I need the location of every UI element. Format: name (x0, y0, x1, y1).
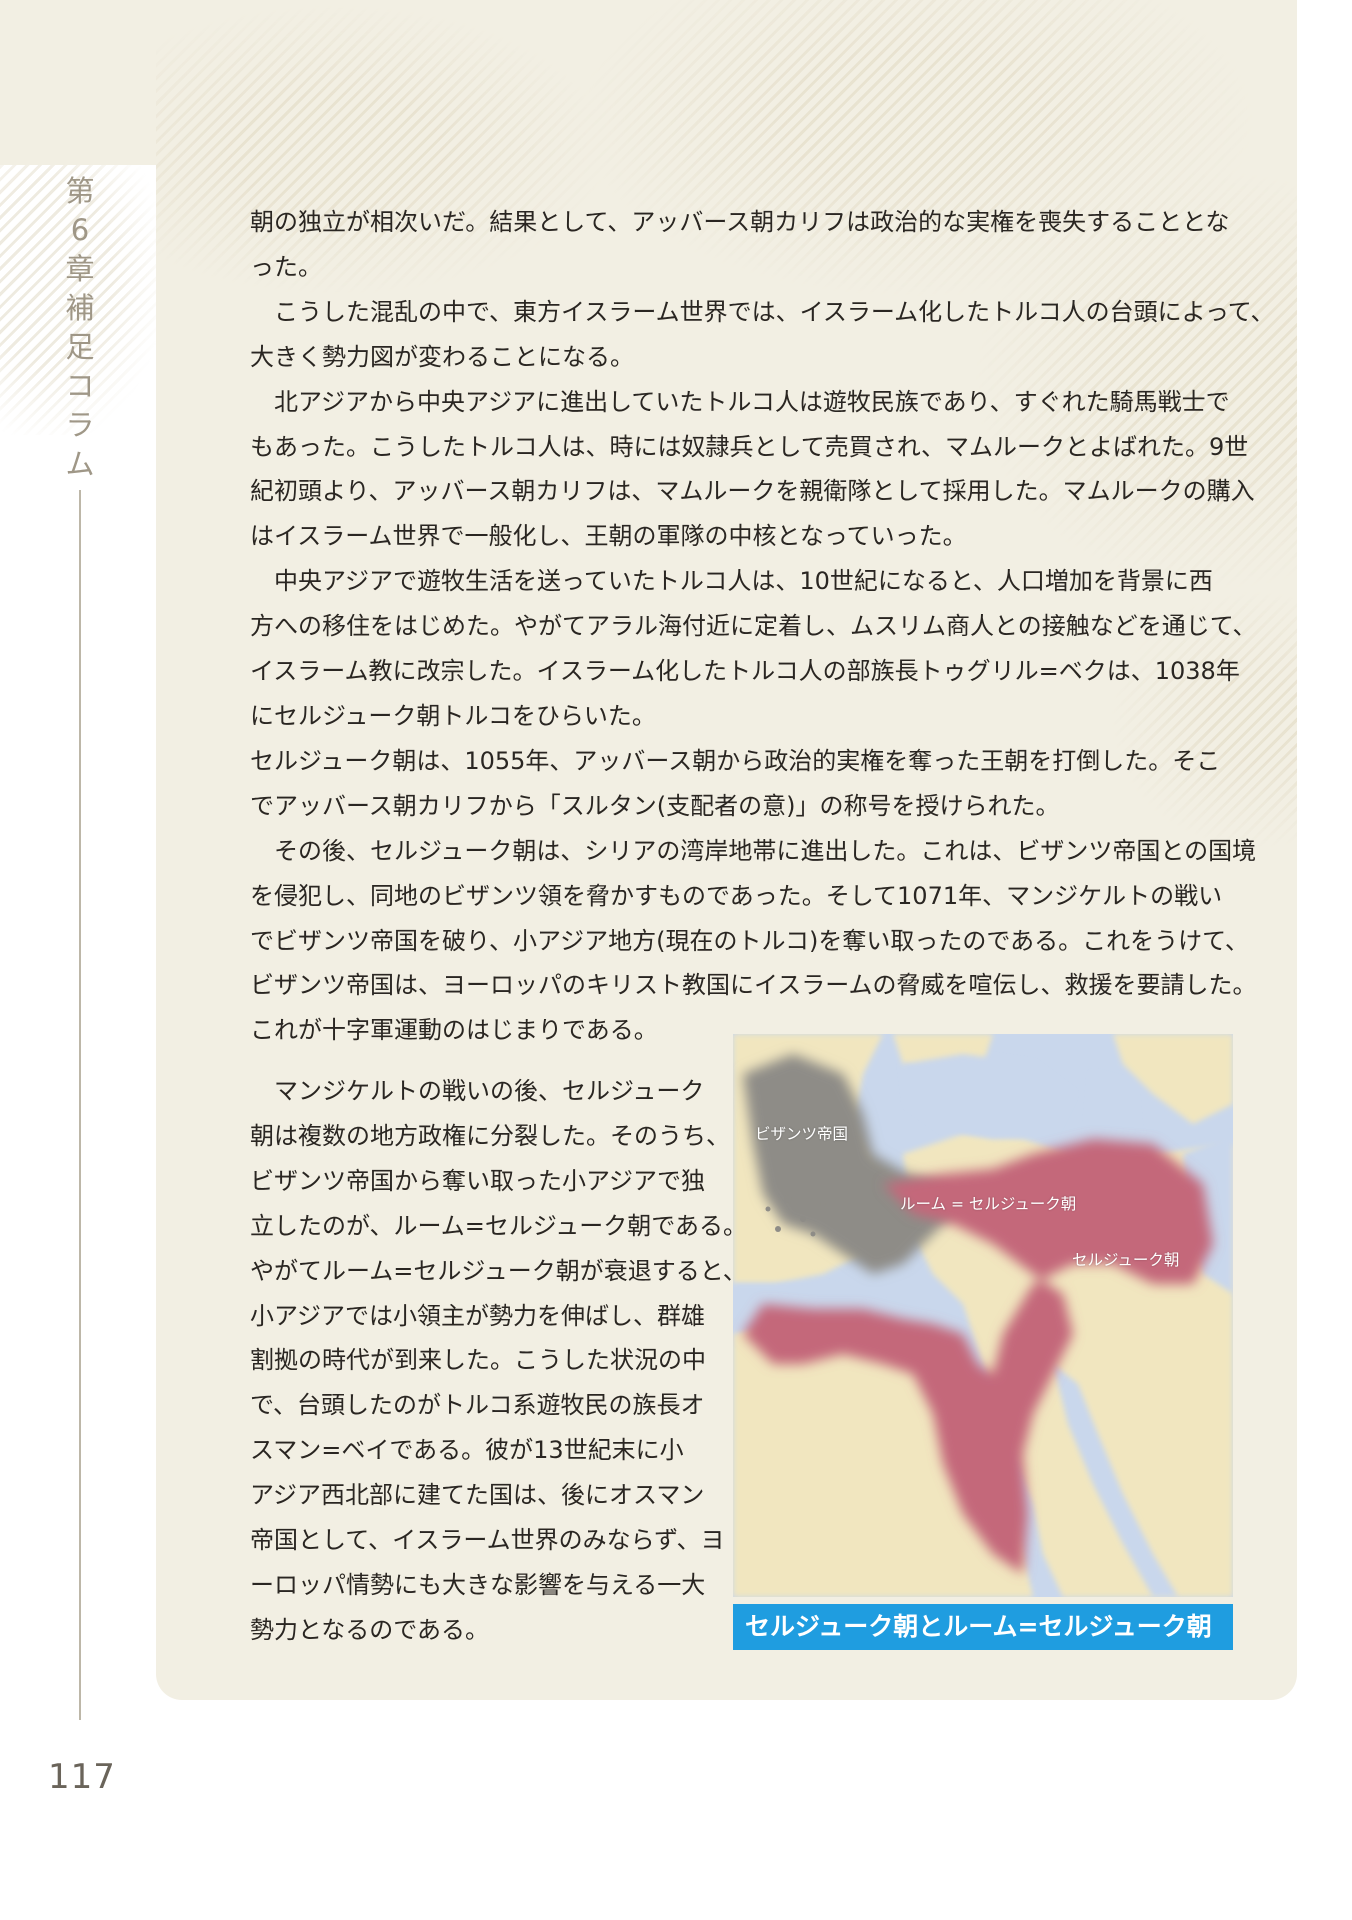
text-line: やがてルーム=セルジューク朝が衰退すると、 (250, 1256, 747, 1285)
text-line: はイスラーム世界で一般化し、王朝の軍隊の中核となっていった。 (250, 522, 967, 551)
text-line: 小アジアでは小領主が勢力を伸ばし、群雄 (250, 1301, 706, 1330)
text-line: こうした混乱の中で、東方イスラーム世界では、イスラーム化したトルコ人の台頭によっ… (274, 297, 1275, 326)
map-figure: ビザンツ帝国 ルーム = セルジューク朝 セルジューク朝 (733, 1034, 1233, 1597)
text-line: 北アジアから中央アジアに進出していたトルコ人は遊牧民族であり、すぐれた騎馬戦士で (274, 387, 1230, 416)
chapter-char: 6 (70, 213, 90, 247)
text-line: でアッバース朝カリフから「スルタン(支配者の意)」の称号を授けられた。 (250, 791, 1060, 820)
chapter-char: ラ (65, 408, 95, 442)
text-line: アジア西北部に建てた国は、後にオスマン (250, 1481, 705, 1510)
chapter-char: コ (65, 369, 95, 403)
map-caption: セルジューク朝とルーム=セルジューク朝 (733, 1604, 1233, 1650)
map-graphic (733, 1034, 1233, 1597)
text-line: イスラーム教に改宗した。イスラーム化したトルコ人の部族長トゥグリル=ベクは、10… (250, 657, 1240, 686)
page-number: 117 (48, 1757, 116, 1797)
text-line: その後、セルジューク朝は、シリアの湾岸地帯に進出した。これは、ビザンツ帝国との国… (274, 836, 1257, 865)
text-line: 立したのが、ルーム=セルジューク朝である。 (250, 1211, 747, 1240)
text-line: でビザンツ帝国を破り、小アジア地方(現在のトルコ)を奪い取ったのである。これをう… (250, 926, 1249, 955)
text-line: った。 (250, 252, 322, 281)
map-label-seljuk: セルジューク朝 (1072, 1251, 1180, 1269)
text-line: 朝の独立が相次いだ。結果として、アッバース朝カリフは政治的な実権を喪失することと… (250, 208, 1230, 236)
chapter-label: 第 6 章 補 足 コ ラ ム (58, 172, 102, 484)
sidebar-rule (79, 490, 81, 1720)
corner-band (0, 0, 160, 165)
text-line: 割拠の時代が到来した。こうした状況の中 (250, 1346, 706, 1375)
text-line: 方への移住をはじめた。やがてアラル海付近に定着し、ムスリム商人との接触などを通じ… (250, 612, 1257, 641)
chapter-char: ム (65, 447, 95, 481)
text-line: で、台頭したのがトルコ系遊牧民の族長オ (250, 1391, 705, 1420)
text-line: ビザンツ帝国から奪い取った小アジアで独 (250, 1166, 706, 1195)
text-line: を侵犯し、同地のビザンツ領を脅かすものであった。そして1071年、マンジケルトの… (250, 881, 1223, 910)
body-text: 朝の独立が相次いだ。結果として、アッバース朝カリフは政治的な実権を喪失することと… (250, 200, 1275, 1053)
text-line: 紀初頭より、アッバース朝カリフは、マムルークを親衛隊として採用した。マムルークの… (250, 477, 1255, 506)
chapter-char: 足 (65, 330, 95, 364)
chapter-char: 章 (65, 252, 95, 286)
text-line: ビザンツ帝国は、ヨーロッパのキリスト教国にイスラームの脅威を喧伝し、救援を要請し… (250, 971, 1257, 1000)
text-line: セルジューク朝は、1055年、アッバース朝から政治的実権を奪った王朝を打倒した。… (250, 746, 1221, 775)
text-line: 中央アジアで遊牧生活を送っていたトルコ人は、10世紀になると、人口増加を背景に西 (274, 567, 1213, 596)
text-line: 勢力となるのである。 (250, 1615, 490, 1644)
map-label-rum: ルーム = セルジューク朝 (900, 1195, 1077, 1213)
text-line: マンジケルトの戦いの後、セルジューク (274, 1077, 705, 1105)
text-line: もあった。こうしたトルコ人は、時には奴隷兵として売買され、マムルークとよばれた。… (250, 432, 1249, 461)
body-text-wrapped: マンジケルトの戦いの後、セルジューク 朝は複数の地方政権に分裂した。そのうち、 ビザ… (250, 1069, 747, 1653)
text-line: 大きく勢力図が変わることになる。 (250, 342, 634, 371)
text-line: 帝国として、イスラーム世界のみならず、ヨ (250, 1526, 725, 1555)
chapter-char: 第 (65, 174, 95, 208)
map-label-byzantine: ビザンツ帝国 (755, 1125, 849, 1143)
text-line: にセルジューク朝トルコをひらいた。 (250, 701, 656, 730)
text-line: 朝は複数の地方政権に分裂した。そのうち、 (250, 1121, 730, 1150)
text-line: スマン=ベイである。彼が13世紀末に小 (250, 1436, 684, 1465)
chapter-char: 補 (65, 291, 95, 325)
text-line: ーロッパ情勢にも大きな影響を与える一大 (250, 1570, 706, 1599)
